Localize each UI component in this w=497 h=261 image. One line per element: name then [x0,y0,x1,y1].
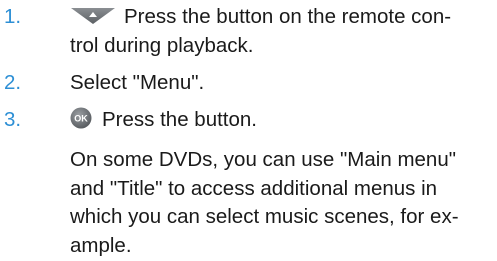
step-number: 1. [4,5,22,28]
step-text-body: Press the button. [102,108,257,131]
down-triangle-button-icon [70,5,116,32]
step-text-line2: trol during playback. [70,34,254,57]
step-1: 1. Press the button on the remote con- t… [0,3,497,59]
step-text: Press the button on the remote con- trol… [70,3,485,59]
step-text-line1: Press the button on the remote con- [124,5,452,28]
ok-icon-label: OK [74,114,88,124]
step-3: 3. OK Press the button. [0,106,497,136]
note-line4: ample. [70,233,132,257]
step-3-note: On some DVDs, you can use "Main menu" an… [0,146,490,260]
note-line1: On some DVDs, you can use "Main menu" [70,148,456,171]
step-number: 3. [4,108,22,131]
instruction-steps: 1. Press the button on the remote con- t… [0,0,497,260]
step-text: Select "Menu". [70,71,205,94]
step-2: 2. Select "Menu". [0,69,497,96]
step-text: OK Press the button. [70,106,485,136]
note-line3: which you can select music scenes, for e… [70,205,459,228]
note-line2: and "Title" to access additional menus i… [70,176,438,200]
ok-button-icon: OK [70,107,92,136]
step-number: 2. [4,71,22,94]
